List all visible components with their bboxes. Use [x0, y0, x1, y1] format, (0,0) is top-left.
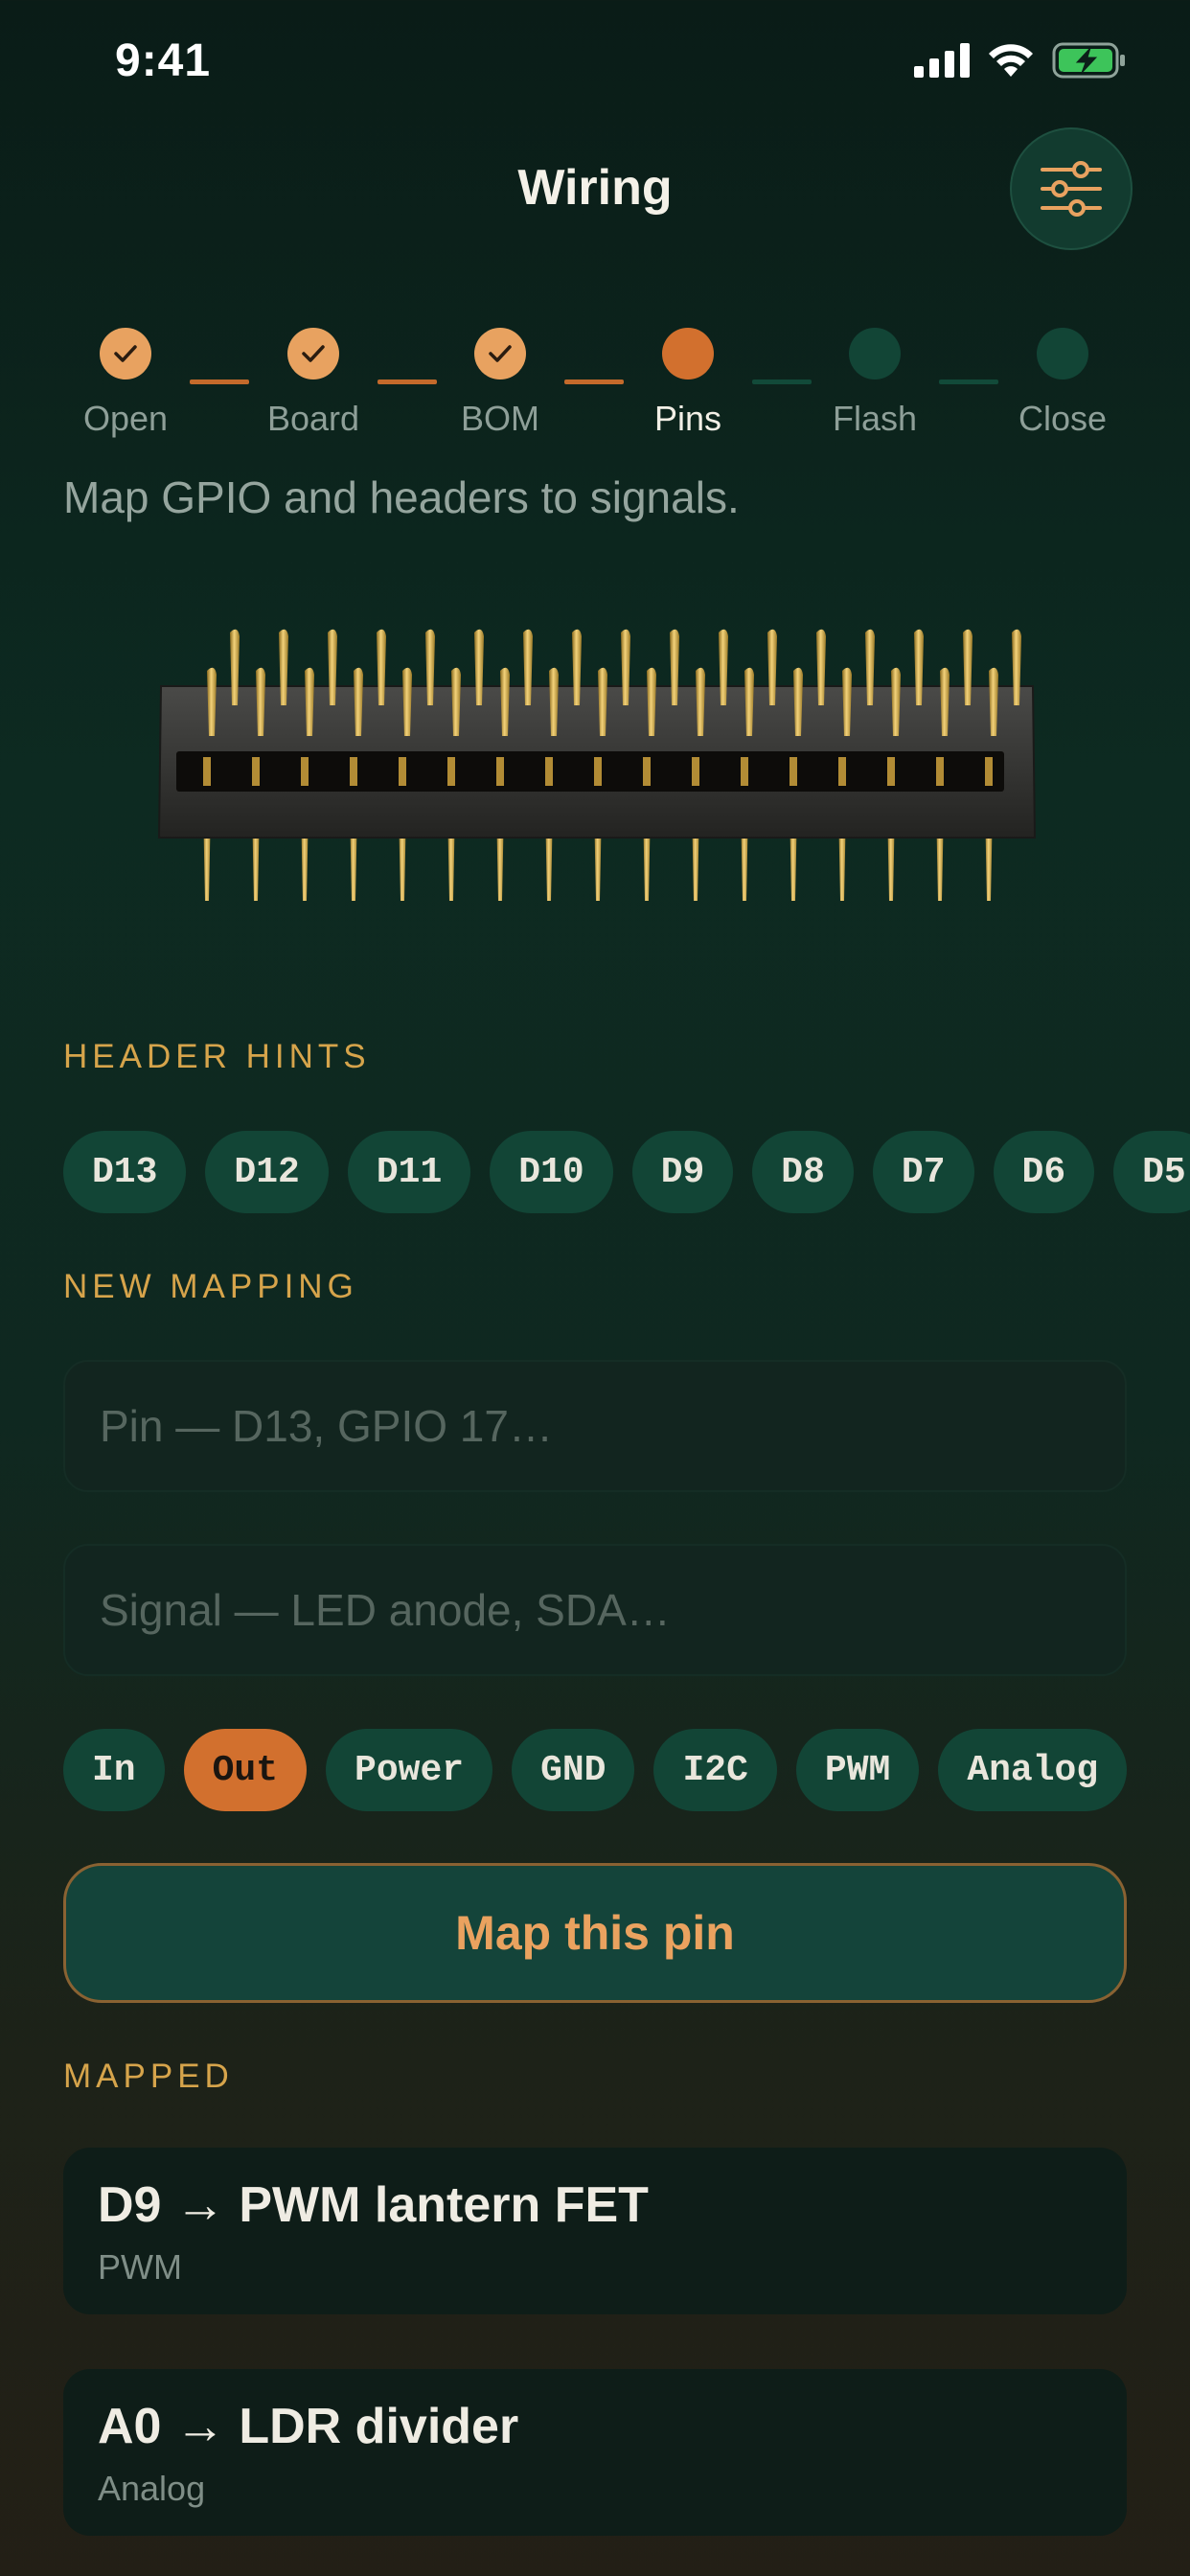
- header-pin: [790, 757, 797, 786]
- pin-header-image: [144, 613, 1044, 920]
- hint-chip[interactable]: D13: [63, 1131, 187, 1213]
- mapped-item[interactable]: A0 → LDR divider Analog: [63, 2369, 1127, 2536]
- header-pin: [496, 757, 504, 786]
- header-pin: [594, 757, 602, 786]
- settings-button[interactable]: [1010, 127, 1133, 250]
- header-pin: [838, 757, 846, 786]
- section-new-mapping: NEW MAPPING: [63, 1268, 358, 1305]
- section-header-hints: HEADER HINTS: [63, 1038, 371, 1075]
- header-pin: [203, 757, 211, 786]
- mapped-item[interactable]: D9 → PWM lantern FET PWM: [63, 2148, 1127, 2314]
- current-step-dot: [662, 328, 714, 380]
- step-pins[interactable]: Pins: [602, 328, 774, 439]
- step-close[interactable]: Close: [976, 328, 1149, 439]
- step-open[interactable]: Open: [39, 328, 212, 439]
- header-pin: [545, 757, 553, 786]
- mapped-item-type: PWM: [98, 2247, 182, 2287]
- type-chip-power[interactable]: Power: [326, 1729, 493, 1811]
- type-chip-analog[interactable]: Analog: [938, 1729, 1128, 1811]
- hint-chip[interactable]: D6: [993, 1131, 1095, 1213]
- status-icons: [914, 42, 1127, 79]
- header-pin: [692, 757, 699, 786]
- status-time: 9:41: [115, 35, 212, 86]
- check-icon: [287, 328, 339, 380]
- type-chip-gnd[interactable]: GND: [512, 1729, 635, 1811]
- signal-icon: [914, 43, 970, 78]
- hint-chip[interactable]: D10: [490, 1131, 613, 1213]
- map-pin-button[interactable]: Map this pin: [63, 1863, 1127, 2003]
- hint-chip[interactable]: D5: [1113, 1131, 1190, 1213]
- header-pin: [301, 757, 309, 786]
- pending-step-dot: [849, 328, 901, 380]
- step-bom[interactable]: BOM: [414, 328, 586, 439]
- step-board[interactable]: Board: [227, 328, 400, 439]
- check-icon: [474, 328, 526, 380]
- section-mapped: MAPPED: [63, 2058, 234, 2095]
- type-chip-i2c[interactable]: I2C: [653, 1729, 777, 1811]
- header-pin: [741, 757, 748, 786]
- header-pin: [447, 757, 455, 786]
- header-pin: [399, 757, 406, 786]
- header-pin: [936, 757, 944, 786]
- signal-type-chips: In Out Power GND I2C PWM Analog: [63, 1729, 1128, 1811]
- mapped-item-type: Analog: [98, 2469, 206, 2508]
- type-chip-out[interactable]: Out: [183, 1729, 308, 1811]
- step-label: Open: [82, 399, 169, 438]
- header-pin: [887, 757, 895, 786]
- step-flash[interactable]: Flash: [789, 328, 961, 439]
- type-chip-pwm[interactable]: PWM: [795, 1729, 920, 1811]
- hint-chip[interactable]: D12: [205, 1131, 329, 1213]
- step-label: Board: [266, 399, 360, 438]
- type-chip-in[interactable]: In: [63, 1729, 165, 1811]
- mapped-item-title: A0 → LDR divider: [98, 2399, 519, 2454]
- hint-chip[interactable]: D8: [752, 1131, 854, 1213]
- page-subtitle: Map GPIO and headers to signals.: [63, 472, 740, 522]
- pending-step-dot: [1037, 328, 1088, 380]
- battery-charging-icon: [1052, 42, 1125, 79]
- header-pin: [985, 757, 993, 786]
- hint-chip[interactable]: D7: [872, 1131, 974, 1213]
- mapped-item-title: D9 → PWM lantern FET: [98, 2177, 649, 2233]
- header-pin: [252, 757, 260, 786]
- header-hint-chips: D13 D12 D11 D10 D9 D8 D7 D6 D5: [63, 1131, 1190, 1213]
- step-label: Flash: [832, 399, 918, 438]
- check-icon: [100, 328, 151, 380]
- sliders-icon: [1041, 161, 1102, 217]
- signal-input[interactable]: Signal — LED anode, SDA…: [63, 1544, 1127, 1676]
- step-label: Pins: [653, 399, 722, 438]
- step-label: BOM: [460, 399, 539, 438]
- pin-input[interactable]: Pin — D13, GPIO 17…: [63, 1360, 1127, 1492]
- header-pin: [643, 757, 651, 786]
- header-pin: [350, 757, 357, 786]
- hint-chip[interactable]: D9: [631, 1131, 734, 1213]
- wifi-icon: [989, 44, 1033, 77]
- step-label: Close: [1018, 399, 1108, 438]
- status-bar: 9:41: [0, 0, 1190, 134]
- hint-chip[interactable]: D11: [347, 1131, 471, 1213]
